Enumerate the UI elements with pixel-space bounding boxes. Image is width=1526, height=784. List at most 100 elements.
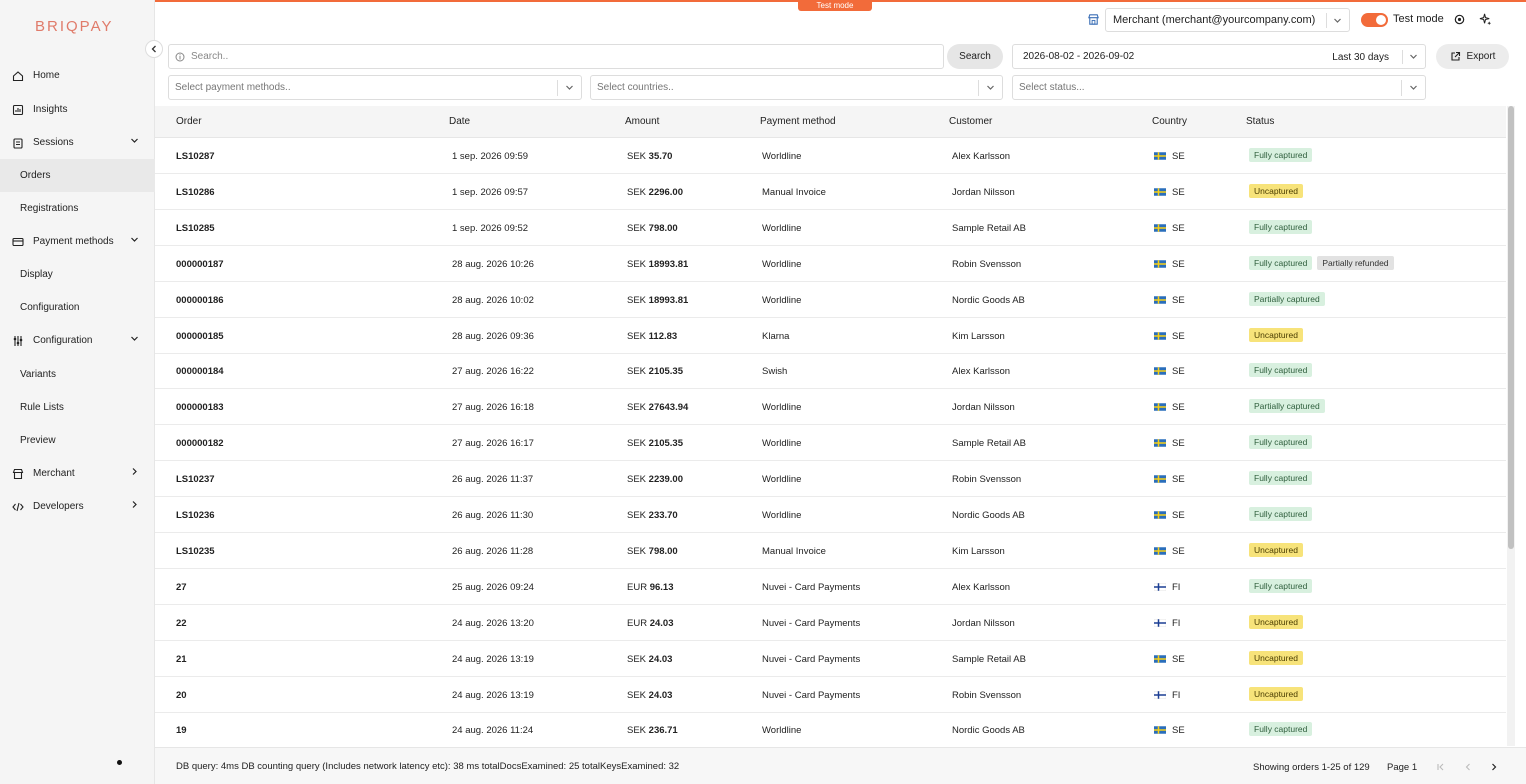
amount-value: 18993.81 — [648, 258, 689, 270]
countries-select[interactable]: Select countries.. — [590, 75, 1003, 100]
table-row[interactable]: 000000186 28 aug. 2026 10:02 SEK 18993.81 W… — [155, 282, 1506, 318]
table-row[interactable]: LS10286 1 sep. 2026 09:57 SEK 2296.00 Manua… — [155, 174, 1506, 210]
payment-methods-placeholder: Select payment methods.. — [175, 82, 291, 93]
merchant-select[interactable]: Merchant (merchant@yourcompany.com) — [1105, 8, 1350, 32]
status-select[interactable]: Select status... — [1012, 75, 1426, 100]
status-badge: Fully captured — [1249, 578, 1313, 593]
query-stats: DB query: 4ms DB counting query (Include… — [176, 761, 680, 772]
status-cell: Fully captured — [1249, 507, 1317, 521]
country: SE — [1154, 259, 1185, 270]
flag-se-icon — [1154, 474, 1172, 485]
column-header-payment-method[interactable]: Payment method — [760, 116, 836, 127]
sidebar-item-orders[interactable]: Orders — [0, 159, 155, 192]
flag-se-icon — [1154, 438, 1172, 449]
payment-method: Worldline — [762, 258, 802, 270]
order-id: LS10287 — [176, 151, 215, 162]
sidebar-item-display[interactable]: Display — [0, 258, 155, 291]
sidebar-item-sessions[interactable]: Sessions — [0, 126, 155, 159]
sidebar-item-configuration[interactable]: Configuration — [0, 324, 155, 357]
flag-se-icon — [1154, 295, 1172, 306]
order-amount: SEK 27643.94 — [627, 402, 688, 413]
order-id: LS10285 — [176, 222, 215, 234]
table-row[interactable]: 22 24 aug. 2026 13:20 EUR 24.03 Nuvei - Car… — [155, 605, 1506, 641]
sidebar-item-payment-methods[interactable]: Payment methods — [0, 225, 155, 258]
sidebar-item-home[interactable]: Home — [0, 59, 155, 92]
sparkle-icon[interactable] — [1479, 13, 1492, 26]
customer-name: Nordic Goods AB — [952, 294, 1025, 306]
status-badge: Uncaptured — [1249, 614, 1303, 629]
status-cell: Uncaptured — [1249, 183, 1308, 198]
order-date: 28 aug. 2026 10:02 — [452, 294, 534, 306]
scrollbar-thumb[interactable] — [1508, 106, 1514, 549]
sidebar-item-variants[interactable]: Variants — [0, 358, 155, 391]
status-cell: Partially captured — [1249, 399, 1330, 414]
search-field[interactable] — [168, 44, 944, 69]
column-header-amount[interactable]: Amount — [625, 116, 659, 127]
collapse-sidebar-button[interactable] — [145, 40, 163, 58]
order-amount: SEK 2105.35 — [627, 438, 683, 449]
status-cell: Fully captured — [1249, 578, 1317, 593]
flag-se-icon — [1154, 546, 1172, 557]
test-mode-toggle[interactable] — [1361, 13, 1388, 27]
column-header-status[interactable]: Status — [1246, 116, 1274, 127]
status-placeholder: Select status... — [1019, 82, 1085, 93]
table-row[interactable]: 000000182 27 aug. 2026 16:17 SEK 2105.35 Wo… — [155, 425, 1506, 462]
table-row[interactable]: LS10287 1 sep. 2026 09:59 SEK 35.70 Worldli… — [155, 138, 1506, 174]
column-header-order[interactable]: Order — [176, 116, 202, 127]
first-page-button[interactable] — [1435, 761, 1447, 773]
sliders-icon — [12, 335, 24, 347]
table-row[interactable]: 000000184 27 aug. 2026 16:22 SEK 2105.35 Sw… — [155, 353, 1506, 390]
gear-icon[interactable] — [1453, 13, 1466, 26]
previous-page-button[interactable] — [1462, 761, 1474, 773]
country-code: SE — [1172, 438, 1185, 450]
sidebar-item-label: Rule Lists — [20, 402, 64, 413]
table-row[interactable]: LS10235 26 aug. 2026 11:28 SEK 798.00 Manua… — [155, 533, 1506, 569]
table-row[interactable]: 000000185 28 aug. 2026 09:36 SEK 112.83 Kla… — [155, 318, 1506, 354]
table-row[interactable]: 20 24 aug. 2026 13:19 SEK 24.03 Nuvei - Car… — [155, 677, 1506, 713]
order-id: LS10237 — [176, 474, 215, 486]
order-id: LS10236 — [176, 510, 215, 521]
next-page-button[interactable] — [1488, 761, 1500, 773]
order-date: 27 aug. 2026 16:17 — [452, 438, 534, 450]
test-mode-label: Test mode — [1393, 13, 1444, 25]
order-amount: SEK 233.70 — [627, 510, 678, 521]
chevrons-left-icon — [1437, 763, 1444, 771]
table-row[interactable]: 27 25 aug. 2026 09:24 EUR 96.13 Nuvei - Car… — [155, 569, 1506, 605]
status-badge: Partially captured — [1249, 399, 1325, 414]
country-code: SE — [1172, 474, 1185, 486]
sidebar-item-configuration[interactable]: Configuration — [0, 291, 155, 324]
search-button[interactable]: Search — [947, 44, 1003, 69]
table-footer: DB query: 4ms DB counting query (Include… — [155, 747, 1526, 784]
table-scrollbar[interactable] — [1507, 106, 1515, 746]
order-date: 1 sep. 2026 09:57 — [452, 186, 529, 198]
table-row[interactable]: LS10237 26 aug. 2026 11:37 SEK 2239.00 Worl… — [155, 461, 1506, 498]
table-row[interactable]: LS10285 1 sep. 2026 09:52 SEK 798.00 Worldl… — [155, 210, 1506, 246]
sidebar-item-registrations[interactable]: Registrations — [0, 192, 155, 225]
sidebar-item-preview[interactable]: Preview — [0, 424, 155, 457]
status-cell: Uncaptured — [1249, 542, 1308, 557]
table-row[interactable]: 000000183 27 aug. 2026 16:18 SEK 27643.94 W… — [155, 389, 1506, 426]
payment-methods-select[interactable]: Select payment methods.. — [168, 75, 582, 100]
amount-value: 236.71 — [648, 725, 678, 737]
country: FI — [1154, 690, 1180, 701]
table-row[interactable]: LS10236 26 aug. 2026 11:30 SEK 233.70 World… — [155, 497, 1506, 533]
export-button[interactable]: Export — [1436, 44, 1509, 69]
order-id: 27 — [176, 581, 187, 593]
sidebar-item-insights[interactable]: Insights — [0, 93, 155, 126]
sidebar-item-developers[interactable]: Developers — [0, 490, 155, 523]
table-header: Order Date Amount Payment method Custome… — [155, 106, 1506, 138]
date-range-picker[interactable]: 2026-08-02 - 2026-09-02 Last 30 days — [1012, 44, 1426, 69]
search-input[interactable] — [191, 51, 911, 62]
order-id: 000000183 — [176, 402, 224, 414]
sidebar-item-merchant[interactable]: Merchant — [0, 457, 155, 490]
currency: SEK — [627, 402, 647, 414]
currency: SEK — [627, 151, 647, 162]
table-row[interactable]: 19 24 aug. 2026 11:24 SEK 236.71 Worldline N… — [155, 712, 1506, 746]
column-header-date[interactable]: Date — [449, 116, 470, 127]
table-row[interactable]: 21 24 aug. 2026 13:19 SEK 24.03 Nuvei - Car… — [155, 641, 1506, 677]
column-header-customer[interactable]: Customer — [949, 116, 992, 127]
table-row[interactable]: 000000187 28 aug. 2026 10:26 SEK 18993.81 W… — [155, 246, 1506, 282]
sidebar-item-label: Payment methods — [33, 236, 114, 247]
sidebar-item-rule-lists[interactable]: Rule Lists — [0, 391, 155, 424]
column-header-country[interactable]: Country — [1152, 116, 1187, 127]
